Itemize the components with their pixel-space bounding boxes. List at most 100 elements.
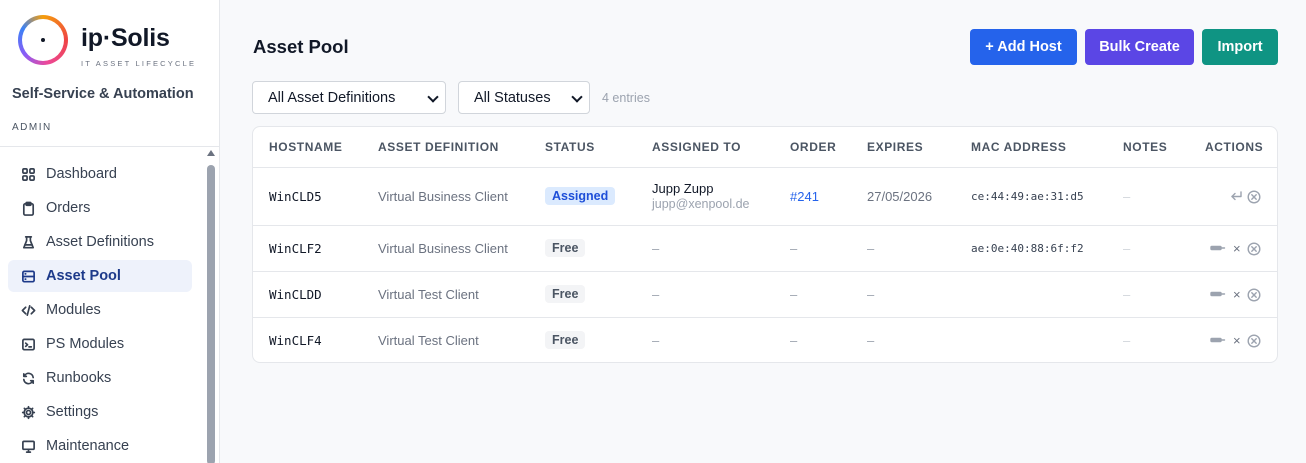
hostname-cell: WinCLF2: [269, 241, 322, 256]
hostname-cell: WinCLD5: [269, 189, 322, 204]
hostname-cell: WinCLF4: [269, 333, 322, 348]
assigned-user-email: jupp@xenpool.de: [652, 197, 750, 211]
status-badge: Free: [545, 285, 586, 303]
chevron-down-icon: [427, 91, 439, 103]
sidebar-item-label: Orders: [46, 200, 91, 216]
asset-definition-filter[interactable]: All Asset Definitions: [252, 81, 446, 114]
mac-address-cell: ae:0e:40:88:6f:f2: [971, 242, 1084, 255]
sidebar-item-label: Settings: [46, 404, 99, 420]
cancel-circle-icon[interactable]: [1247, 334, 1261, 348]
expires-cell: –: [867, 241, 875, 256]
order-cell: –: [790, 287, 798, 302]
brand-tagline: IT ASSET LIFECYCLE: [81, 59, 197, 68]
table-row[interactable]: WinCLD5 Virtual Business Client Assigned…: [253, 168, 1277, 225]
code-icon: [20, 302, 36, 318]
column-header-asset-definition[interactable]: ASSET DEFINITION: [378, 140, 499, 154]
bulk-create-button[interactable]: Bulk Create: [1085, 29, 1194, 65]
brand-name: ip·Solis: [81, 24, 170, 52]
expires-cell: –: [867, 287, 875, 302]
table-row[interactable]: WinCLF4 Virtual Test Client Free – – – –…: [253, 318, 1277, 362]
status-badge: Free: [545, 239, 586, 257]
clipboard-icon: [20, 200, 36, 216]
sidebar-item-label: Dashboard: [46, 166, 117, 182]
server-icon: [20, 268, 36, 284]
return-icon[interactable]: [1229, 190, 1243, 203]
sidebar-item-settings[interactable]: Settings: [8, 396, 192, 428]
asset-definition-cell: Virtual Test Client: [378, 333, 479, 348]
notes-cell: –: [1123, 189, 1131, 204]
sidebar-item-label: PS Modules: [46, 336, 125, 352]
cancel-circle-icon[interactable]: [1247, 190, 1261, 204]
asset-definition-cell: Virtual Test Client: [378, 287, 479, 302]
expires-cell: 27/05/2026: [867, 189, 933, 204]
add-host-button[interactable]: + Add Host: [970, 29, 1077, 65]
delete-icon[interactable]: ×: [1233, 287, 1241, 302]
sidebar-item-runbooks[interactable]: Runbooks: [8, 362, 192, 394]
asset-definition-cell: Virtual Business Client: [378, 241, 508, 256]
status-filter[interactable]: All Statuses: [458, 81, 590, 114]
order-cell: –: [790, 333, 798, 348]
column-header-order[interactable]: ORDER: [790, 140, 836, 154]
app-subtitle: Self-Service & Automation: [12, 86, 194, 102]
status-badge: Assigned: [545, 187, 616, 205]
delete-icon[interactable]: ×: [1233, 333, 1241, 348]
notes-cell: –: [1123, 287, 1131, 302]
expires-cell: –: [867, 333, 875, 348]
order-link[interactable]: #241: [790, 189, 819, 204]
sidebar-divider: [0, 146, 219, 147]
column-header-notes[interactable]: NOTES: [1123, 140, 1167, 154]
scrollbar-thumb[interactable]: [207, 165, 215, 463]
column-header-hostname[interactable]: HOSTNAME: [269, 140, 342, 154]
notes-cell: –: [1123, 241, 1131, 256]
entry-count: 4 entries: [602, 91, 650, 105]
sidebar-item-dashboard[interactable]: Dashboard: [8, 158, 192, 190]
assigned-cell: –: [652, 241, 660, 256]
scroll-up-arrow-icon[interactable]: [207, 150, 215, 156]
asset-definition-filter-value: All Asset Definitions: [268, 89, 396, 106]
table-row[interactable]: WinCLDD Virtual Test Client Free – – – –…: [253, 272, 1277, 317]
sidebar-item-orders[interactable]: Orders: [8, 192, 192, 224]
order-cell: –: [790, 241, 798, 256]
assign-icon[interactable]: [1210, 288, 1226, 300]
mac-address-cell: ce:44:49:ae:31:d5: [971, 190, 1084, 203]
user-role: ADMIN: [12, 122, 52, 133]
terminal-icon: [20, 336, 36, 352]
table-row[interactable]: WinCLF2 Virtual Business Client Free – –…: [253, 226, 1277, 271]
sidebar-item-label: Modules: [46, 302, 101, 318]
delete-icon[interactable]: ×: [1233, 241, 1241, 256]
cancel-circle-icon[interactable]: [1247, 288, 1261, 302]
sidebar-scrollbar[interactable]: [205, 150, 217, 463]
brand[interactable]: ip·Solis IT ASSET LIFECYCLE: [18, 14, 218, 74]
monitor-icon: [20, 438, 36, 454]
sidebar-item-asset-pool[interactable]: Asset Pool: [8, 260, 192, 292]
import-button[interactable]: Import: [1202, 29, 1278, 65]
status-filter-value: All Statuses: [474, 89, 551, 106]
chevron-down-icon: [571, 91, 583, 103]
column-header-mac-address[interactable]: MAC ADDRESS: [971, 140, 1067, 154]
sidebar-nav: Dashboard Orders Asset Definitions Asset…: [8, 158, 192, 463]
assigned-cell: –: [652, 287, 660, 302]
logo-dot: [41, 38, 45, 42]
assigned-cell: –: [652, 333, 660, 348]
column-header-assigned-to[interactable]: ASSIGNED TO: [652, 140, 741, 154]
sidebar-item-label: Asset Definitions: [46, 234, 154, 250]
status-badge: Free: [545, 331, 586, 349]
sidebar-item-modules[interactable]: Modules: [8, 294, 192, 326]
refresh-icon: [20, 370, 36, 386]
sidebar-item-maintenance[interactable]: Maintenance: [8, 430, 192, 462]
sidebar-item-ps-modules[interactable]: PS Modules: [8, 328, 192, 360]
column-header-actions: ACTIONS: [1205, 140, 1264, 154]
hostname-cell: WinCLDD: [269, 287, 322, 302]
flask-icon: [20, 234, 36, 250]
assign-icon[interactable]: [1210, 242, 1226, 254]
sidebar-item-asset-definitions[interactable]: Asset Definitions: [8, 226, 192, 258]
assigned-user-name: Jupp Zupp: [652, 181, 714, 196]
column-header-status[interactable]: STATUS: [545, 140, 595, 154]
asset-definition-cell: Virtual Business Client: [378, 189, 508, 204]
cancel-circle-icon[interactable]: [1247, 242, 1261, 256]
asset-table: HOSTNAME ASSET DEFINITION STATUS ASSIGNE…: [252, 126, 1278, 363]
assign-icon[interactable]: [1210, 334, 1226, 346]
sidebar-item-label: Maintenance: [46, 438, 130, 454]
gear-icon: [20, 404, 36, 420]
column-header-expires[interactable]: EXPIRES: [867, 140, 923, 154]
